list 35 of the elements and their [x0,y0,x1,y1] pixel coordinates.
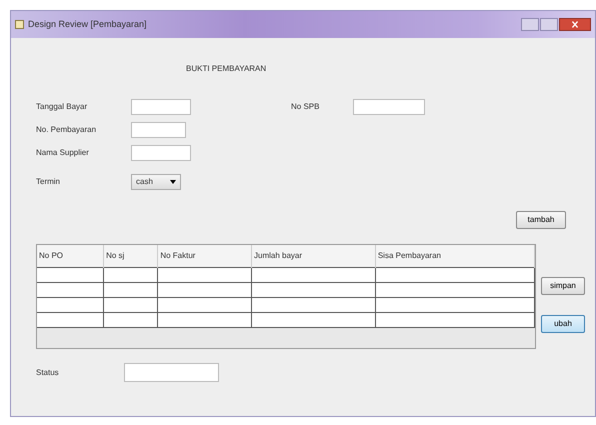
termin-dropdown[interactable]: cash [131,174,181,190]
maximize-button[interactable] [540,18,558,31]
close-button[interactable] [559,18,591,31]
column-header[interactable]: No sj [104,245,158,267]
field-label: No. Pembayaran [36,124,98,136]
input-field[interactable] [131,98,191,114]
table-cell [104,297,158,312]
add-button[interactable]: tambah [516,211,566,229]
caret-icon [170,180,176,184]
heading: BUKTI PEMBAYARAN [186,63,266,75]
field-label: Termin [36,176,62,188]
field-label: Tanggal Bayar [36,100,88,112]
input-field[interactable] [131,122,186,138]
app-icon [15,20,24,29]
column-header[interactable]: No PO [37,245,104,267]
side-button[interactable]: ubah [541,315,585,333]
window-title: Design Review [Pembayaran] [28,18,147,31]
input-field[interactable] [131,144,191,160]
column-header[interactable]: Sisa Pembayaran [375,245,534,267]
field-label: Nama Supplier [36,146,90,158]
field-label: No SPB [291,100,320,112]
table-cell [37,282,104,297]
table-cell [104,312,158,327]
input-field[interactable] [124,363,219,382]
table-cell [37,267,104,282]
input-field[interactable] [353,98,425,114]
column-header[interactable]: Jumlah bayar [252,245,376,267]
field-label: Status [36,366,60,378]
side-button[interactable]: simpan [541,277,585,295]
column-header[interactable]: No Faktur [158,245,252,267]
minimize-button[interactable] [521,18,539,31]
table-cell [104,267,158,282]
table-cell [37,312,104,327]
table-cell [104,282,158,297]
table-cell [37,297,104,312]
